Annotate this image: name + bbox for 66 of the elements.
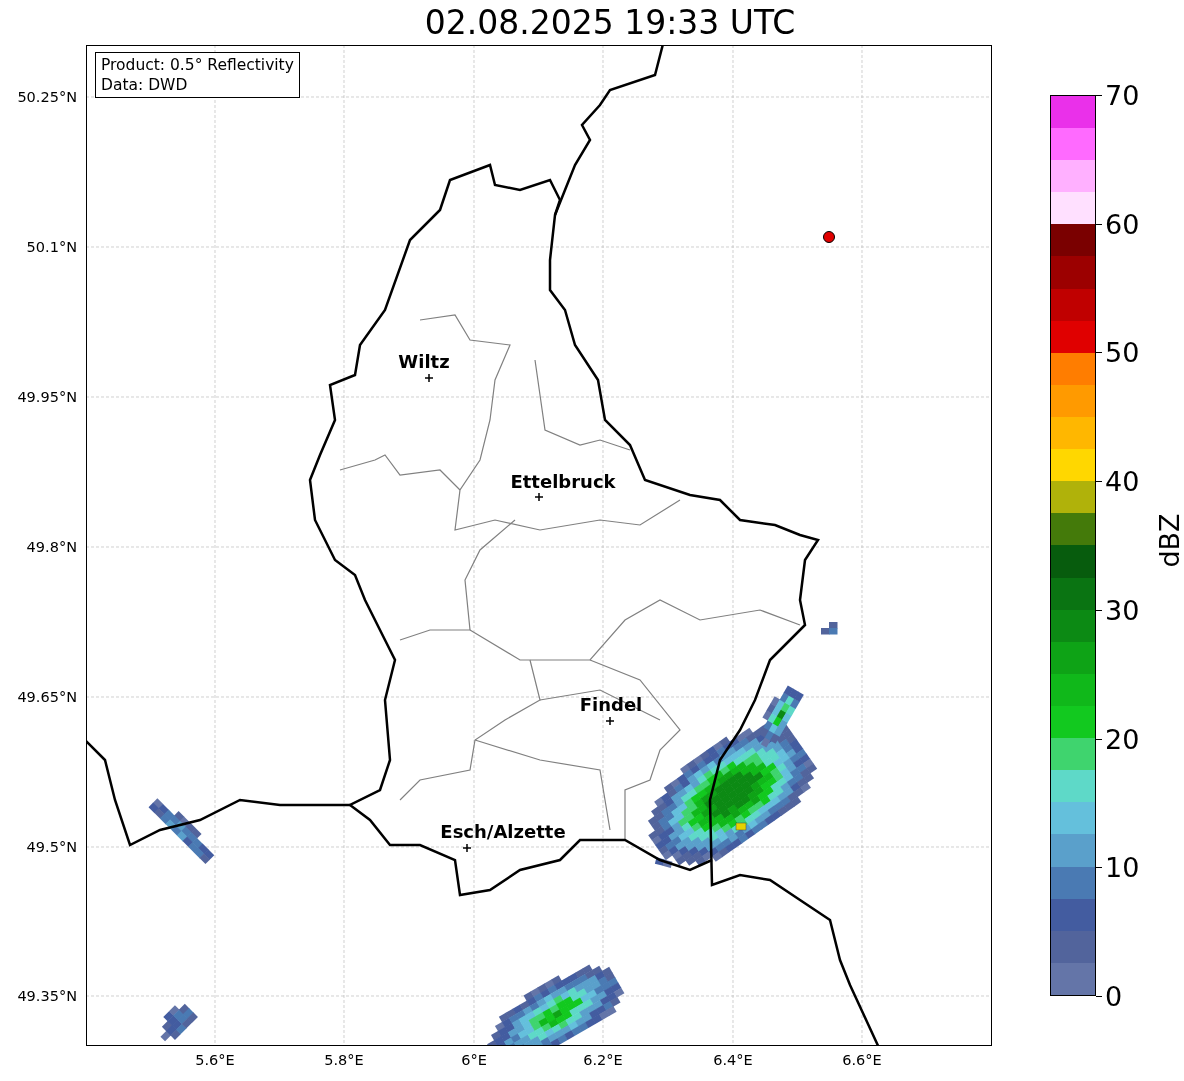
color-bin: [1051, 449, 1095, 482]
echo-core-cell: [735, 822, 747, 831]
latitude-label: 49.95°N: [17, 389, 77, 405]
color-bin: [1051, 95, 1095, 129]
color-bin: [1051, 641, 1095, 674]
radar-echo: [148, 798, 215, 865]
latitude-label: 50.25°N: [17, 89, 77, 105]
city-marker-icon: [462, 843, 472, 853]
city-label: Wiltz: [398, 351, 450, 372]
color-bin: [1051, 738, 1095, 771]
color-bin: [1051, 417, 1095, 450]
colorbar-tick-label: 70: [1105, 81, 1140, 109]
color-bin: [1051, 128, 1095, 161]
colorbar-tick-label: 40: [1105, 467, 1140, 495]
color-bin: [1051, 609, 1095, 642]
color-bin: [1051, 224, 1095, 257]
color-bin: [1051, 256, 1095, 289]
longitude-label: 6.2°E: [583, 1052, 623, 1068]
colorbar-tick-label: 10: [1105, 853, 1140, 881]
colorbar-tick-label: 50: [1105, 338, 1140, 366]
color-bin: [1051, 513, 1095, 546]
latitude-label: 49.8°N: [26, 539, 77, 555]
color-bin: [1051, 545, 1095, 578]
color-bin: [1051, 866, 1095, 899]
info-text: Product: 0.5° Reflectivity: [101, 55, 294, 75]
longitude-label: 6°E: [461, 1052, 487, 1068]
chart-title: 02.08.2025 19:33 UTC: [424, 6, 796, 39]
color-bin: [1051, 320, 1095, 353]
color-bin: [1051, 898, 1095, 931]
city-label: Ettelbruck: [510, 471, 616, 492]
color-bin: [1051, 706, 1095, 739]
longitude-label: 6.6°E: [842, 1052, 882, 1068]
color-bin: [1051, 288, 1095, 321]
colorbar-tick-label: 30: [1105, 596, 1140, 624]
color-bin: [1051, 802, 1095, 835]
color-bin: [1051, 384, 1095, 418]
latitude-label: 49.5°N: [26, 839, 77, 855]
longitude-label: 6.4°E: [713, 1052, 753, 1068]
city-label: Findel: [579, 694, 643, 715]
latitude-label: 49.65°N: [17, 689, 77, 705]
city-marker-icon: [424, 373, 434, 383]
color-bin: [1051, 192, 1095, 225]
city-marker-icon: [534, 492, 544, 502]
color-bin: [1051, 577, 1095, 610]
longitude-label: 5.6°E: [195, 1052, 235, 1068]
color-bin: [1051, 481, 1095, 514]
colorbar-tick-label: 0: [1105, 982, 1123, 1010]
city-label: Esch/Alzette: [440, 821, 566, 842]
radar-echo: [160, 1003, 198, 1042]
colorbar-tick-label: 60: [1105, 210, 1140, 238]
colorbar-label: dBZ: [1153, 513, 1184, 568]
color-bin: [1051, 770, 1095, 803]
radar-echo: [821, 622, 838, 635]
color-bin: [1051, 834, 1095, 867]
color-bin: [1051, 962, 1095, 995]
longitude-label: 5.8°E: [324, 1052, 364, 1068]
color-bin: [1051, 673, 1095, 706]
latitude-label: 50.1°N: [26, 239, 77, 255]
color-bin: [1051, 160, 1095, 193]
city-marker-icon: [605, 716, 615, 726]
info-text: Data: DWD: [101, 75, 189, 95]
color-bin: [1051, 930, 1095, 963]
latitude-label: 49.35°N: [17, 988, 77, 1004]
color-bin: [1051, 352, 1095, 385]
colorbar-tick-label: 20: [1105, 725, 1140, 753]
radar-site-marker: [823, 231, 835, 243]
